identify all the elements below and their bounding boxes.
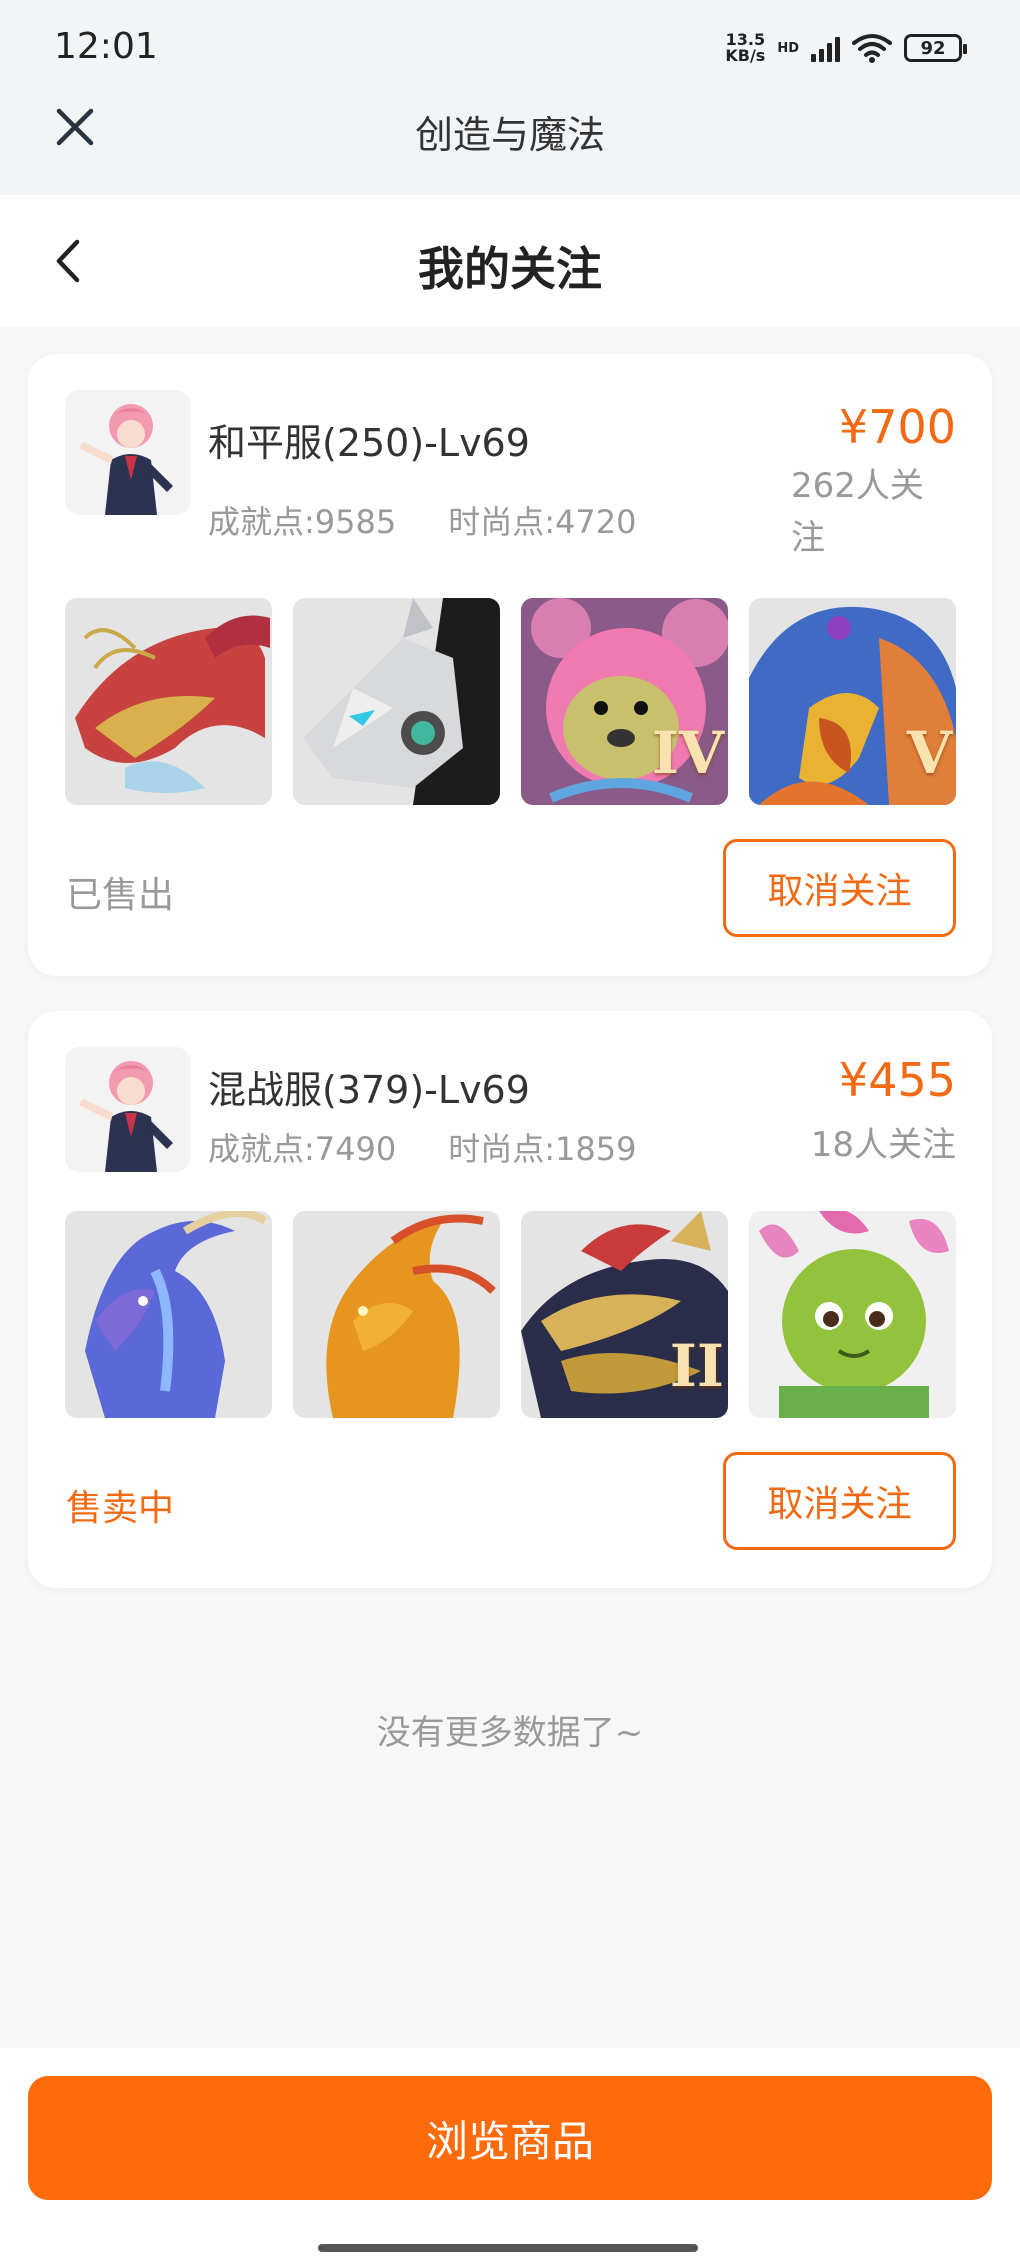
mech-wolf-mount-icon[interactable] — [293, 598, 500, 805]
battery-icon: 92 — [904, 34, 967, 62]
blue-phoenix-mount-icon[interactable] — [65, 1211, 272, 1418]
mini-app-title: 创造与魔法 — [414, 113, 605, 157]
sale-status: 售卖中 — [66, 1488, 175, 1529]
followed-item-card[interactable]: 混战服(379)-Lv69 成就点:7490 时尚点:1859 ¥455 18人… — [28, 1011, 992, 1588]
status-icons: 13.5 KB/s HD 92 — [725, 28, 967, 68]
network-speed-unit: KB/s — [725, 46, 766, 65]
unfollow-button[interactable]: 取消关注 — [723, 1452, 956, 1550]
pink-bear-pet-icon[interactable]: IV — [521, 598, 728, 805]
signal-icon — [811, 34, 840, 62]
fashion-points: 时尚点:4720 — [448, 503, 637, 541]
no-more-data-text: 没有更多数据了~ — [376, 1713, 644, 1753]
server-name: 和平服(250)-Lv69 — [208, 421, 530, 465]
follow-count: 18人关注 — [810, 1125, 956, 1165]
tier-badge: V — [906, 719, 952, 787]
cactus-flower-pet-icon[interactable] — [749, 1211, 956, 1418]
hd-icon: HD — [777, 40, 799, 56]
page-header: 我的关注 — [0, 195, 1020, 327]
achievement-points: 成就点:9585 — [208, 503, 397, 541]
page-title: 我的关注 — [418, 242, 602, 296]
red-dragon-mount-icon[interactable] — [65, 598, 272, 805]
bottom-bar: 浏览商品 — [0, 2048, 1020, 2267]
avatar — [65, 390, 190, 515]
character-avatar-icon — [79, 404, 173, 515]
fashion-points: 时尚点:1859 — [448, 1130, 637, 1168]
followed-item-card[interactable]: 和平服(250)-Lv69 成就点:9585 时尚点:4720 ¥700 262… — [28, 354, 992, 976]
top-bar: 12:01 13.5 KB/s HD 92 创造与魔法 — [0, 0, 1020, 195]
server-name: 混战服(379)-Lv69 — [208, 1068, 530, 1112]
price: ¥455 — [838, 1053, 956, 1107]
stats-row: 成就点:7490 时尚点:1859 — [208, 1124, 636, 1170]
item-thumbnails: II — [65, 1211, 956, 1418]
tier-badge: IV — [651, 719, 724, 787]
achievement-points: 成就点:7490 — [208, 1130, 397, 1168]
phoenix-bird-mount-icon[interactable]: V — [749, 598, 956, 805]
browse-products-button[interactable]: 浏览商品 — [28, 2076, 992, 2200]
home-indicator[interactable] — [318, 2244, 698, 2252]
price: ¥700 — [838, 400, 956, 454]
follow-count: 262人关注 — [791, 466, 924, 558]
tier-badge: II — [669, 1332, 724, 1400]
unfollow-button[interactable]: 取消关注 — [723, 839, 956, 937]
character-avatar-icon — [79, 1061, 173, 1172]
sale-status: 已售出 — [66, 875, 175, 916]
status-time: 12:01 — [54, 26, 158, 67]
golden-dragon-mount-icon[interactable]: II — [521, 1211, 728, 1418]
network-speed: 13.5 KB/s — [725, 32, 765, 64]
wifi-icon — [852, 34, 892, 63]
stats-row: 成就点:9585 时尚点:4720 — [208, 497, 636, 543]
avatar — [65, 1047, 190, 1172]
fire-phoenix-mount-icon[interactable] — [293, 1211, 500, 1418]
item-thumbnails: IV V — [65, 598, 956, 805]
